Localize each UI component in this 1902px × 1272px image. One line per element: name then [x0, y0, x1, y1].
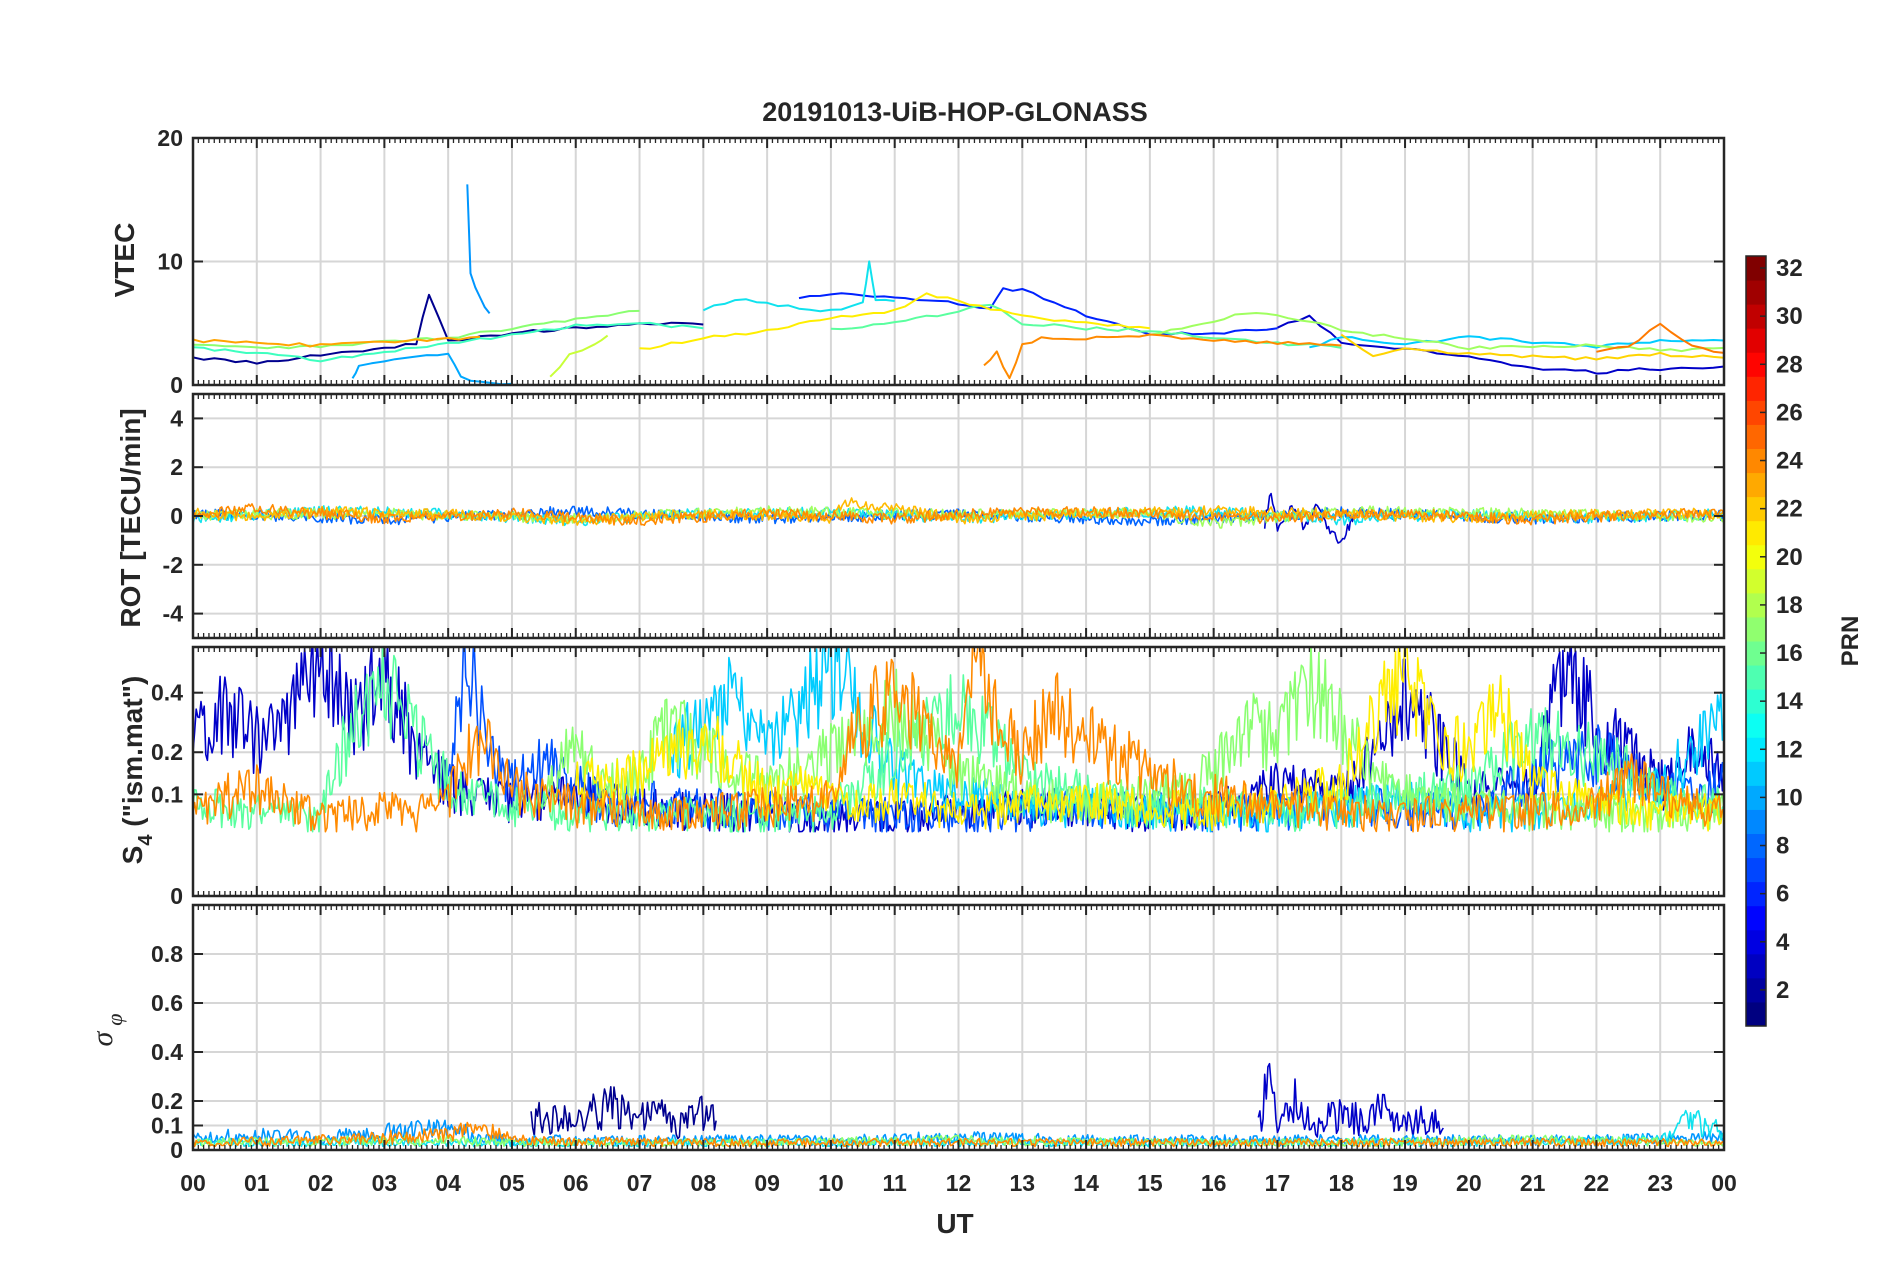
colorbar-tick-label: 2 — [1776, 977, 1789, 1004]
vtec-y-tick-label: 20 — [157, 125, 183, 151]
vtec-y-tick-label: 10 — [157, 249, 183, 275]
colorbar-band — [1746, 328, 1766, 353]
s4-y-tick-label: 0.4 — [151, 680, 183, 706]
colorbar-tick-label: 8 — [1776, 833, 1789, 860]
colorbar-tick-label: 6 — [1776, 881, 1789, 908]
colorbar-band — [1746, 905, 1766, 931]
figure-background — [0, 0, 1902, 1272]
colorbar-bands — [1746, 256, 1766, 1027]
colorbar-tick-label: 30 — [1776, 303, 1803, 330]
colorbar-band — [1746, 424, 1766, 449]
x-tick-label: 10 — [818, 1170, 844, 1196]
x-axis-label: UT — [936, 1208, 973, 1239]
sigma-y-tick-label: 0.2 — [151, 1088, 183, 1114]
x-tick-label: 15 — [1137, 1170, 1163, 1196]
sigma-y-tick-label: 0.4 — [151, 1039, 183, 1065]
colorbar-tick-label: 10 — [1776, 784, 1803, 811]
colorbar-tick-label: 22 — [1776, 496, 1803, 523]
figure: 20191013-UiB-HOP-GLONASS 01020 -4-2024 0… — [0, 0, 1902, 1272]
rot-y-tick-label: -4 — [163, 601, 184, 627]
x-tick-label: 18 — [1328, 1170, 1354, 1196]
colorbar-band — [1746, 665, 1766, 690]
vtec-y-tick-label: 0 — [170, 372, 183, 398]
rot-y-tick-label: 2 — [170, 454, 183, 480]
sigma-y-tick-label: 0.6 — [151, 990, 183, 1016]
s4-y-tick-label: 0.1 — [151, 781, 183, 807]
colorbar-band — [1746, 1001, 1766, 1027]
x-tick-label: 00 — [180, 1170, 206, 1196]
colorbar-tick-label: 24 — [1776, 448, 1803, 475]
colorbar-band — [1746, 280, 1766, 305]
x-tick-label: 11 — [883, 1170, 908, 1196]
s4-y-tick-label: 0 — [170, 883, 183, 909]
rot-y-tick-label: 0 — [170, 503, 183, 529]
sigma-y-tick-label: 0.1 — [151, 1113, 183, 1139]
x-tick-label: 20 — [1456, 1170, 1482, 1196]
colorbar-tick-label: 20 — [1776, 544, 1803, 571]
colorbar-tick-label: 32 — [1776, 255, 1803, 282]
x-tick-label: 07 — [627, 1170, 653, 1196]
x-tick-label: 01 — [244, 1170, 270, 1196]
x-tick-label: 08 — [691, 1170, 717, 1196]
colorbar-band — [1746, 520, 1766, 546]
sigma-y-tick-label: 0.8 — [151, 941, 183, 967]
rot-y-axis-label: ROT [TECU/min] — [115, 408, 146, 627]
x-tick-label: 09 — [754, 1170, 780, 1196]
colorbar-band — [1746, 568, 1766, 594]
s4-y-tick-label: 0.2 — [151, 739, 183, 765]
x-tick-label: 13 — [1009, 1170, 1035, 1196]
x-tick-label: 21 — [1520, 1170, 1546, 1196]
colorbar-band — [1746, 857, 1766, 883]
x-tick-label: 06 — [563, 1170, 589, 1196]
colorbar-band — [1746, 472, 1766, 498]
colorbar-tick-label: 28 — [1776, 351, 1803, 378]
rot-y-tick-label: -2 — [163, 552, 183, 578]
colorbar-tick-label: 4 — [1776, 929, 1790, 956]
x-tick-label: 05 — [499, 1170, 525, 1196]
x-tick-label: 03 — [372, 1170, 398, 1196]
chart-title: 20191013-UiB-HOP-GLONASS — [762, 97, 1148, 127]
colorbar-band — [1746, 761, 1766, 786]
colorbar-label: PRN — [1837, 616, 1864, 667]
x-tick-label: 19 — [1392, 1170, 1418, 1196]
sigma-y-tick-label: 0 — [170, 1137, 183, 1163]
colorbar-tick-label: 14 — [1776, 688, 1803, 715]
colorbar-band — [1746, 376, 1766, 401]
colorbar-band — [1746, 809, 1766, 834]
colorbar-band — [1746, 616, 1766, 642]
x-tick-label: 16 — [1201, 1170, 1227, 1196]
colorbar-tick-label: 12 — [1776, 736, 1803, 763]
colorbar-band — [1746, 953, 1766, 979]
rot-y-tick-label: 4 — [170, 405, 183, 431]
x-tick-label: 04 — [435, 1170, 461, 1196]
x-tick-label: 14 — [1073, 1170, 1099, 1196]
x-tick-label: 23 — [1647, 1170, 1673, 1196]
colorbar-band — [1746, 713, 1766, 738]
vtec-y-axis-label: VTEC — [109, 223, 140, 298]
colorbar-tick-label: 26 — [1776, 399, 1803, 426]
x-tick-label: 12 — [946, 1170, 972, 1196]
x-tick-label: 22 — [1584, 1170, 1610, 1196]
x-tick-label: 02 — [308, 1170, 334, 1196]
colorbar-tick-label: 18 — [1776, 592, 1803, 619]
x-tick-label: 00 — [1711, 1170, 1737, 1196]
colorbar-tick-label: 16 — [1776, 640, 1803, 667]
x-tick-label: 17 — [1265, 1170, 1291, 1196]
